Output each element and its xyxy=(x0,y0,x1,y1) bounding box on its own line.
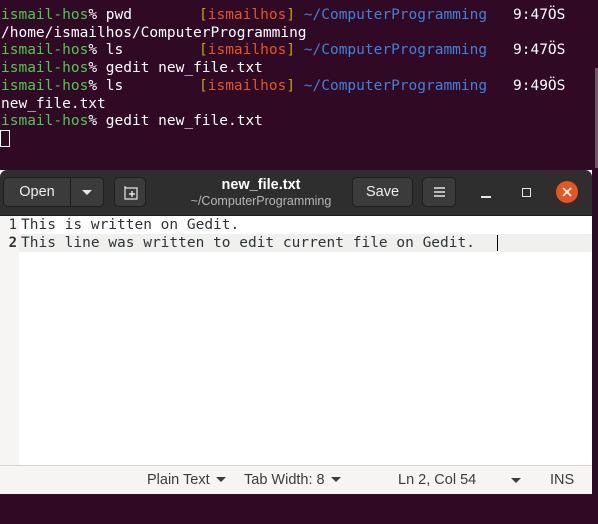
command-text: gedit new_file.txt xyxy=(97,60,263,76)
prompt-user: ismail-hos xyxy=(1,78,89,94)
terminal-cursor xyxy=(0,130,10,147)
prompt-symbol: % xyxy=(88,113,98,129)
rp-path: ~/ComputerProgramming xyxy=(295,7,488,23)
command-text: gedit new_file.txt xyxy=(97,113,263,129)
rp-host: ismailhos xyxy=(207,78,287,94)
rp-bracket: ] xyxy=(286,42,296,58)
rp-bracket: [ xyxy=(199,7,208,23)
save-button[interactable]: Save xyxy=(352,177,413,207)
rp-host: ismailhos xyxy=(207,7,287,23)
line-number: 1 xyxy=(8,217,17,233)
hamburger-menu-button[interactable] xyxy=(422,177,456,207)
line-number-gutter xyxy=(0,216,19,465)
header-bar: Open new_file.txt ~/ComputerProgramming … xyxy=(0,170,592,216)
prompt-user: ismail-hos xyxy=(1,7,89,23)
language-label: Plain Text xyxy=(147,472,210,488)
prompt-user: ismail-hos xyxy=(1,113,89,129)
terminal-line: ismail-hos% gedit new_file.txt xyxy=(1,59,263,77)
close-icon xyxy=(562,187,572,197)
prompt-symbol: % xyxy=(88,78,98,94)
prompt-symbol: % xyxy=(88,7,98,23)
terminal[interactable]: ismail-hos% pwd [ismailhos] ~/ComputerPr… xyxy=(0,0,598,170)
chevron-down-icon xyxy=(215,476,226,482)
rp-path: ~/ComputerProgramming xyxy=(295,42,488,58)
terminal-line: ismail-hos% gedit new_file.txt xyxy=(1,112,263,130)
gedit-window: Open new_file.txt ~/ComputerProgramming … xyxy=(0,170,592,524)
prompt-user: ismail-hos xyxy=(1,60,89,76)
rp-path: ~/ComputerProgramming xyxy=(295,78,488,94)
language-selector[interactable]: Plain Text xyxy=(147,471,226,489)
hamburger-menu-icon xyxy=(434,187,445,197)
rp-time: 9:47ÖS xyxy=(513,7,566,23)
editor-line[interactable]: This line was written to edit current fi… xyxy=(21,234,475,252)
open-menu-button[interactable] xyxy=(70,177,104,207)
terminal-background xyxy=(0,494,592,524)
command-text: ls xyxy=(97,78,124,94)
rp-bracket: [ xyxy=(199,78,208,94)
window-subtitle: ~/ComputerProgramming xyxy=(190,194,332,208)
editor-line[interactable]: This is written on Gedit. xyxy=(21,216,239,234)
window-title: new_file.txt xyxy=(221,177,301,193)
insert-mode[interactable]: INS xyxy=(550,471,574,489)
rp-time: 9:47ÖS xyxy=(513,42,566,58)
terminal-output: new_file.txt xyxy=(1,96,106,112)
rp-bracket: [ xyxy=(199,42,208,58)
new-tab-icon xyxy=(124,186,138,200)
chevron-down-icon[interactable] xyxy=(511,478,521,483)
rp-time: 9:49ÖS xyxy=(513,78,566,94)
text-cursor xyxy=(497,235,498,251)
prompt-user: ismail-hos xyxy=(1,42,89,58)
line-number: 2 xyxy=(8,235,17,251)
terminal-line: ismail-hos% ls xyxy=(1,77,123,95)
cursor-position[interactable]: Ln 2, Col 54 xyxy=(398,471,476,489)
minimize-icon[interactable] xyxy=(481,196,491,198)
prompt-symbol: % xyxy=(88,42,98,58)
close-button[interactable] xyxy=(556,181,578,203)
right-prompt: [ismailhos] ~/ComputerProgramming xyxy=(199,77,487,95)
new-tab-button[interactable] xyxy=(114,177,146,207)
command-text: ls xyxy=(97,42,124,58)
prompt-symbol: % xyxy=(88,60,98,76)
right-prompt: [ismailhos] ~/ComputerProgramming xyxy=(199,41,487,59)
tab-width-selector[interactable]: Tab Width: 8 xyxy=(244,471,341,489)
right-prompt: [ismailhos] ~/ComputerProgramming xyxy=(199,6,487,24)
status-bar: Plain Text Tab Width: 8 Ln 2, Col 54 INS xyxy=(0,465,592,494)
maximize-icon[interactable] xyxy=(522,188,531,197)
terminal-line: ismail-hos% pwd xyxy=(1,6,132,24)
command-text: pwd xyxy=(97,7,132,23)
rp-host: ismailhos xyxy=(207,42,287,58)
terminal-output: /home/ismailhos/ComputerProgramming xyxy=(1,25,307,41)
rp-bracket: ] xyxy=(286,7,296,23)
tab-width-label: Tab Width: 8 xyxy=(244,472,325,488)
rp-bracket: ] xyxy=(286,78,296,94)
chevron-down-icon xyxy=(82,190,92,195)
terminal-line: ismail-hos% ls xyxy=(1,41,123,59)
text-editor[interactable]: 1 This is written on Gedit. 2 This line … xyxy=(0,216,592,465)
open-button[interactable]: Open xyxy=(3,177,71,207)
chevron-down-icon xyxy=(330,476,341,482)
